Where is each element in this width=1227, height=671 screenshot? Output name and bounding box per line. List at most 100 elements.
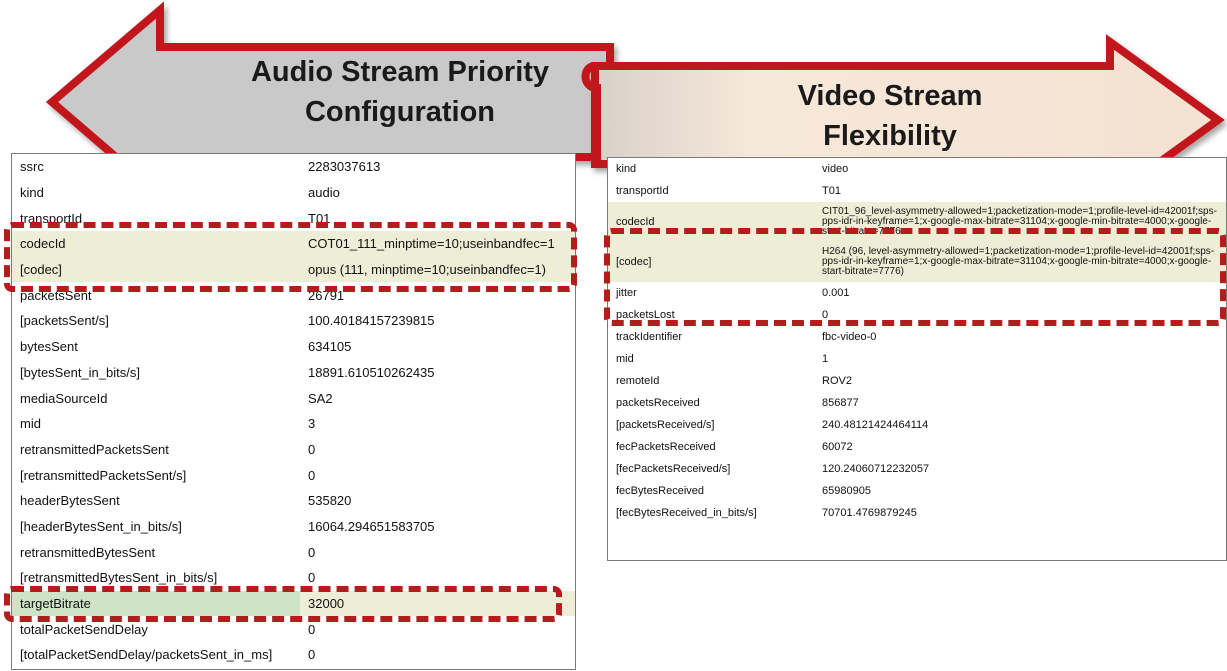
stat-key: [packetsReceived/s] xyxy=(616,419,715,431)
video-banner-line1: Video Stream xyxy=(797,80,983,112)
audio_stats-row: ssrc 2283037613 xyxy=(12,154,575,180)
stat-value: 18891.610510262435 xyxy=(308,364,435,380)
video_stats-row: fecBytesReceived 65980905 xyxy=(608,480,1226,502)
stat-key: remoteId xyxy=(616,375,660,387)
audio_stats-row: [retransmittedPacketsSent/s] 0 xyxy=(12,462,575,488)
video_stats-row: packetsReceived 856877 xyxy=(608,392,1226,414)
audio_stats-row: [totalPacketSendDelay/packetsSent_in_ms]… xyxy=(12,642,575,668)
stat-value: 1 xyxy=(822,353,829,365)
audio_stats-row: targetBitrate 32000 xyxy=(12,590,575,617)
stat-value: 0 xyxy=(308,647,316,663)
stat-value: 0 xyxy=(308,621,316,637)
stat-key: packetsReceived xyxy=(616,397,700,409)
video-banner-title: Video Stream Flexibility xyxy=(700,76,1080,156)
stat-key: bytesSent xyxy=(20,339,78,355)
stat-key: fecBytesReceived xyxy=(616,485,705,497)
video_stats-row: [fecBytesReceived_in_bits/s] 70701.476987… xyxy=(608,502,1226,524)
stat-key: retransmittedBytesSent xyxy=(20,544,156,560)
audio-banner-line1: Audio Stream Priority xyxy=(250,56,550,88)
audio_stats-row: retransmittedBytesSent 0 xyxy=(12,539,575,565)
stat-value: CIT01_96_level-asymmetry-allowed=1;packe… xyxy=(822,206,1217,237)
stat-key: trackIdentifier xyxy=(616,331,683,343)
stat-key: ssrc xyxy=(20,159,44,175)
audio_stats-row: [bytesSent_in_bits/s] 18891.610510262435 xyxy=(12,360,575,386)
audio_stats-row: [headerBytesSent_in_bits/s] 16064.2946515… xyxy=(12,514,575,540)
audio_stats-row: [packetsSent/s] 100.40184157239815 xyxy=(12,308,575,334)
stat-value: 0 xyxy=(308,544,316,560)
stat-key: [fecBytesReceived_in_bits/s] xyxy=(616,507,757,519)
stat-key: [headerBytesSent_in_bits/s] xyxy=(20,518,182,534)
stat-key: [bytesSent_in_bits/s] xyxy=(20,364,140,380)
stat-key: jitter xyxy=(616,287,637,299)
audio_stats-row: mediaSourceId SA2 xyxy=(12,385,575,411)
stat-value: 60072 xyxy=(822,441,853,453)
stat-value: 70701.4769879245 xyxy=(822,507,917,519)
audio_stats-row: kind audio xyxy=(12,180,575,206)
stat-value: 100.40184157239815 xyxy=(308,313,435,329)
video_stats-row: [codec] H264 (96, level-asymmetry-allowed… xyxy=(608,242,1226,282)
stat-key: kind xyxy=(616,163,637,175)
stat-value: 32000 xyxy=(308,596,345,612)
stat-value: 65980905 xyxy=(822,485,871,497)
video_stats-row: jitter 0.001 xyxy=(608,282,1226,304)
video_stats-row: mid 1 xyxy=(608,348,1226,370)
audio_stats-row: [codec] opus (111, minptime=10;useinbandf… xyxy=(12,256,575,283)
audio-banner-line2: Configuration xyxy=(304,96,496,128)
stat-key: fecPacketsReceived xyxy=(616,441,716,453)
stat-key: retransmittedPacketsSent xyxy=(20,441,169,457)
stat-key: transportId xyxy=(616,185,669,197)
stat-value: 120.24060712232057 xyxy=(822,463,930,475)
audio_stats-row: [retransmittedBytesSent_in_bits/s] 0 xyxy=(12,565,575,591)
stat-value: ROV2 xyxy=(822,375,852,387)
stat-value: SA2 xyxy=(308,390,333,406)
audio_stats-row: codecId COT01_111_minptime=10;useinbandfe… xyxy=(12,231,575,257)
video_stats-row: trackIdentifier fbc-video-0 xyxy=(608,326,1226,348)
audio-stats-panel: ssrc 2283037613 kind audio transportId T01 cod… xyxy=(11,153,576,670)
stat-value: 16064.294651583705 xyxy=(308,518,435,534)
audio_stats-row: retransmittedPacketsSent 0 xyxy=(12,437,575,463)
video_stats-row: fecPacketsReceived 60072 xyxy=(608,436,1226,458)
stat-key: [fecPacketsReceived/s] xyxy=(616,463,731,475)
stat-value: opus (111, minptime=10;useinbandfec=1) xyxy=(308,262,547,278)
stat-value: fbc-video-0 xyxy=(822,331,877,343)
stat-value: 634105 xyxy=(308,339,352,355)
stat-value: T01 xyxy=(308,210,331,226)
stat-key: mid xyxy=(20,416,41,432)
audio_stats-row: transportId T01 xyxy=(12,205,575,231)
stat-key: codecId xyxy=(20,236,66,252)
audio_stats-row: totalPacketSendDelay 0 xyxy=(12,616,575,642)
video-banner-line2: Flexibility xyxy=(823,120,957,152)
stat-key: [packetsSent/s] xyxy=(20,313,109,329)
stat-value: 2283037613 xyxy=(308,159,381,175)
stat-value: 0 xyxy=(308,441,316,457)
stat-key: [retransmittedBytesSent_in_bits/s] xyxy=(20,570,218,586)
stat-key: codecId xyxy=(616,216,655,228)
stat-key: [codec] xyxy=(616,256,652,268)
video_stats-row: kind video xyxy=(608,158,1226,180)
stat-value: COT01_111_minptime=10;useinbandfec=1 xyxy=(308,236,555,252)
stat-value: video xyxy=(822,163,849,175)
video_stats-row: [fecPacketsReceived/s] 120.24060712232057 xyxy=(608,458,1226,480)
stat-key: packetsLost xyxy=(616,309,675,321)
stat-value: 856877 xyxy=(822,397,859,409)
audio-stats-table: ssrc 2283037613 kind audio transportId T01 cod… xyxy=(12,154,575,668)
audio_stats-row: bytesSent 634105 xyxy=(12,334,575,360)
stat-key: totalPacketSendDelay xyxy=(20,621,148,637)
video_stats-row: codecId CIT01_96_level-asymmetry-allowed=… xyxy=(608,202,1226,242)
stat-value: 3 xyxy=(308,416,316,432)
stat-value: 535820 xyxy=(308,493,352,509)
stat-key: [codec] xyxy=(20,262,62,278)
stat-value: 0 xyxy=(308,570,316,586)
stat-key: [retransmittedPacketsSent/s] xyxy=(20,467,187,483)
stat-key: headerBytesSent xyxy=(20,493,120,509)
video_stats-row: transportId T01 xyxy=(608,180,1226,202)
video_stats-row: [packetsReceived/s] 240.48121424464114 xyxy=(608,414,1226,436)
video_stats-row: remoteId ROV2 xyxy=(608,370,1226,392)
stat-value: 0.001 xyxy=(822,287,850,299)
stat-key: kind xyxy=(20,185,44,201)
stat-value: 26791 xyxy=(308,287,345,303)
stat-key: [totalPacketSendDelay/packetsSent_in_ms] xyxy=(20,647,273,663)
stat-value: audio xyxy=(308,185,340,201)
stat-value: T01 xyxy=(822,185,841,197)
stat-value: 0 xyxy=(308,467,316,483)
